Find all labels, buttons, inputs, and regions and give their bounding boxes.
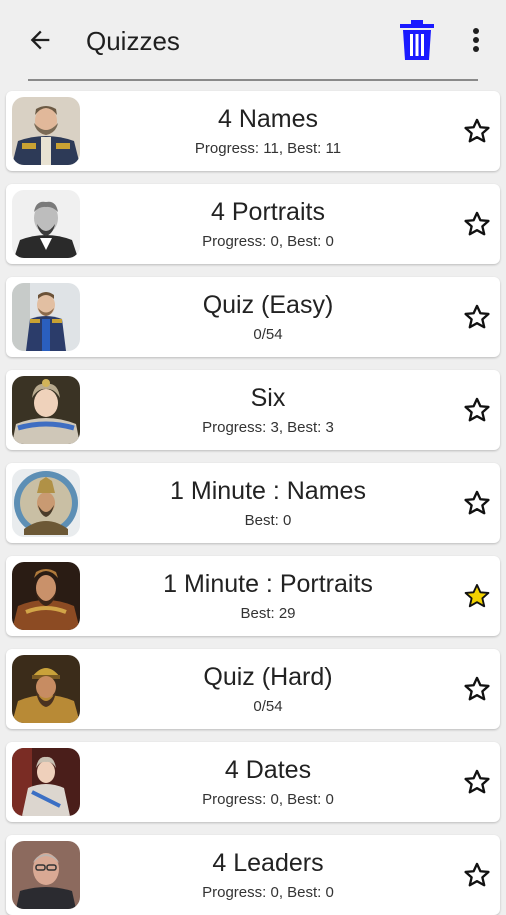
favorite-button[interactable] — [460, 206, 494, 242]
quiz-title: 1 Minute : Names — [170, 477, 366, 505]
quiz-title: Quiz (Hard) — [203, 663, 333, 691]
app-bar: Quizzes — [0, 0, 506, 81]
favorite-button[interactable] — [460, 113, 494, 149]
quiz-thumbnail — [12, 190, 80, 258]
favorite-button[interactable] — [460, 485, 494, 521]
quiz-title: 1 Minute : Portraits — [163, 570, 373, 598]
quiz-progress: Best: 29 — [240, 605, 296, 622]
quiz-title: 4 Names — [217, 105, 319, 133]
favorite-button[interactable] — [460, 764, 494, 800]
star-filled-icon — [464, 583, 490, 608]
quiz-progress: Progress: 11, Best: 11 — [194, 140, 342, 157]
quiz-item-4-portraits[interactable]: 4 Portraits Progress: 0, Best: 0 — [6, 184, 500, 264]
star-outline-icon — [464, 397, 490, 422]
trash-icon — [400, 20, 434, 60]
quiz-thumbnail — [12, 97, 80, 165]
quiz-title: Quiz (Easy) — [202, 291, 334, 319]
quiz-thumbnail — [12, 469, 80, 537]
quiz-title: Six — [250, 384, 286, 412]
quiz-item-4-names[interactable]: 4 Names Progress: 11, Best: 11 — [6, 91, 500, 171]
quiz-progress: Progress: 0, Best: 0 — [202, 233, 334, 250]
overflow-menu-button[interactable] — [462, 22, 490, 58]
quiz-thumbnail — [12, 748, 80, 816]
quiz-title: 4 Dates — [224, 756, 312, 784]
favorite-button[interactable] — [460, 671, 494, 707]
page-title: Quizzes — [86, 26, 180, 56]
quiz-item-six[interactable]: Six Progress: 3, Best: 3 — [6, 370, 500, 450]
quiz-thumbnail — [12, 283, 80, 351]
favorite-button[interactable] — [460, 578, 494, 614]
quiz-item-quiz-hard[interactable]: Quiz (Hard) 0/54 — [6, 649, 500, 729]
quiz-thumbnail — [12, 376, 80, 444]
favorite-button[interactable] — [460, 857, 494, 893]
quiz-thumbnail — [12, 655, 80, 723]
star-outline-icon — [464, 304, 490, 329]
delete-button[interactable] — [397, 18, 437, 62]
more-vertical-icon — [473, 28, 479, 52]
star-outline-icon — [464, 862, 490, 887]
quiz-thumbnail — [12, 841, 80, 909]
header-divider — [28, 79, 478, 81]
star-outline-icon — [464, 676, 490, 701]
quiz-thumbnail — [12, 562, 80, 630]
quiz-progress: 0/54 — [253, 698, 283, 715]
quiz-item-1-minute-portraits[interactable]: 1 Minute : Portraits Best: 29 — [6, 556, 500, 636]
quiz-title: 4 Leaders — [212, 849, 324, 877]
quiz-progress: Best: 0 — [244, 512, 292, 529]
quiz-item-4-leaders[interactable]: 4 Leaders Progress: 0, Best: 0 — [6, 835, 500, 915]
quiz-progress: Progress: 0, Best: 0 — [202, 884, 334, 901]
quiz-progress: Progress: 3, Best: 3 — [202, 419, 334, 436]
star-outline-icon — [464, 490, 490, 515]
favorite-button[interactable] — [460, 299, 494, 335]
quiz-item-4-dates[interactable]: 4 Dates Progress: 0, Best: 0 — [6, 742, 500, 822]
back-button[interactable] — [22, 22, 58, 58]
quiz-title: 4 Portraits — [211, 198, 325, 226]
star-outline-icon — [464, 118, 490, 143]
quiz-progress: 0/54 — [253, 326, 283, 343]
star-outline-icon — [464, 211, 490, 236]
quiz-item-1-minute-names[interactable]: 1 Minute : Names Best: 0 — [6, 463, 500, 543]
star-outline-icon — [464, 769, 490, 794]
quiz-progress: Progress: 0, Best: 0 — [202, 791, 334, 808]
favorite-button[interactable] — [460, 392, 494, 428]
arrow-left-icon — [30, 30, 50, 50]
quiz-item-quiz-easy[interactable]: Quiz (Easy) 0/54 — [6, 277, 500, 357]
